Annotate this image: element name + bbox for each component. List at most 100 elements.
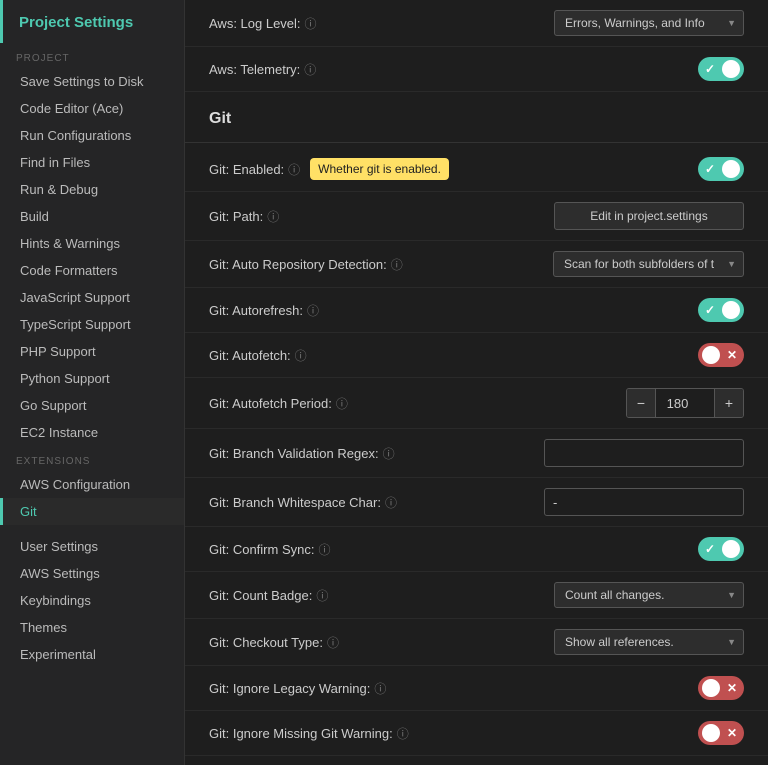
- git-autofetch-toggle[interactable]: ✕: [698, 343, 744, 367]
- git-ignore-legacy-row: Git: Ignore Legacy Warning: ⓘ ✕: [185, 666, 768, 711]
- sidebar-item-experimental[interactable]: Experimental: [0, 641, 184, 668]
- git-autofetch-period-plus-button[interactable]: +: [715, 389, 743, 417]
- sidebar-item-build[interactable]: Build: [0, 203, 184, 230]
- sidebar-item-js-support[interactable]: JavaScript Support: [0, 284, 184, 311]
- git-ignore-legacy-x-icon: ✕: [727, 681, 737, 695]
- sidebar-item-code-editor[interactable]: Code Editor (Ace): [0, 95, 184, 122]
- git-branch-regex-help-icon[interactable]: ⓘ: [383, 445, 395, 462]
- git-ignore-legacy-toggle[interactable]: ✕: [698, 676, 744, 700]
- git-enabled-toggle[interactable]: ✓: [698, 157, 744, 181]
- git-count-badge-label: Git: Count Badge: ⓘ: [209, 587, 544, 604]
- aws-log-level-label: Aws: Log Level: ⓘ: [209, 15, 544, 32]
- git-autofetch-period-minus-button[interactable]: −: [627, 389, 655, 417]
- git-auto-repo-control: Scan for both subfolders of t Only scan …: [544, 251, 744, 277]
- git-branch-regex-input[interactable]: [544, 439, 744, 467]
- git-autorefresh-knob: [722, 301, 740, 319]
- git-checkout-type-help-icon[interactable]: ⓘ: [327, 634, 339, 651]
- aws-log-level-help-icon[interactable]: ⓘ: [305, 15, 317, 32]
- sidebar-item-aws-config[interactable]: AWS Configuration: [0, 471, 184, 498]
- git-ignore-legacy-knob: [702, 679, 720, 697]
- git-autofetch-period-number-wrap: − +: [626, 388, 744, 418]
- sidebar-item-keybindings[interactable]: Keybindings: [0, 587, 184, 614]
- git-enabled-control: ✓: [544, 157, 744, 181]
- git-confirm-sync-label: Git: Confirm Sync: ⓘ: [209, 541, 544, 558]
- sidebar-item-ec2[interactable]: EC2 Instance: [0, 419, 184, 446]
- git-autorefresh-row: Git: Autorefresh: ⓘ ✓: [185, 288, 768, 333]
- aws-log-level-dropdown-wrap: Errors, Warnings, and Info Errors only W…: [554, 10, 744, 36]
- sidebar-item-ts-support[interactable]: TypeScript Support: [0, 311, 184, 338]
- git-count-badge-control: Count all changes. Count staged only Cou…: [544, 582, 744, 608]
- git-confirm-sync-toggle[interactable]: ✓: [698, 537, 744, 561]
- git-branch-whitespace-help-icon[interactable]: ⓘ: [385, 494, 397, 511]
- git-branch-whitespace-input[interactable]: [544, 488, 744, 516]
- aws-telemetry-help-icon[interactable]: ⓘ: [304, 61, 316, 78]
- git-branch-regex-label: Git: Branch Validation Regex: ⓘ: [209, 445, 544, 462]
- sidebar-item-find-files[interactable]: Find in Files: [0, 149, 184, 176]
- git-autorefresh-help-icon[interactable]: ⓘ: [307, 302, 319, 319]
- git-ignore-missing-control: ✕: [544, 721, 744, 745]
- sidebar-item-go-support[interactable]: Go Support: [0, 392, 184, 419]
- sidebar: Project Settings PROJECT Save Settings t…: [0, 0, 185, 765]
- git-autofetch-period-control: − +: [544, 388, 744, 418]
- sidebar-item-git[interactable]: Git: [0, 498, 184, 525]
- git-branch-whitespace-label: Git: Branch Whitespace Char: ⓘ: [209, 494, 544, 511]
- git-enabled-knob: [722, 160, 740, 178]
- git-confirm-sync-check-icon: ✓: [705, 542, 715, 556]
- git-autofetch-help-icon[interactable]: ⓘ: [295, 347, 307, 364]
- git-enabled-check-icon: ✓: [705, 162, 715, 176]
- git-path-label: Git: Path: ⓘ: [209, 208, 544, 225]
- sidebar-item-run-configs[interactable]: Run Configurations: [0, 122, 184, 149]
- aws-telemetry-label: Aws: Telemetry: ⓘ: [209, 61, 544, 78]
- git-path-control: Edit in project.settings: [544, 202, 744, 230]
- git-ignore-missing-toggle[interactable]: ✕: [698, 721, 744, 745]
- aws-telemetry-toggle[interactable]: ✓: [698, 57, 744, 81]
- git-ignore-limit-row: Git: Ignore Limit Warning: ⓘ ✕: [185, 756, 768, 765]
- aws-telemetry-knob: [722, 60, 740, 78]
- git-branch-regex-control: [544, 439, 744, 467]
- git-autorefresh-check-icon: ✓: [705, 303, 715, 317]
- git-autorefresh-label: Git: Autorefresh: ⓘ: [209, 302, 544, 319]
- git-autorefresh-toggle[interactable]: ✓: [698, 298, 744, 322]
- git-path-edit-button[interactable]: Edit in project.settings: [554, 202, 744, 230]
- sidebar-item-php-support[interactable]: PHP Support: [0, 338, 184, 365]
- sidebar-item-save[interactable]: Save Settings to Disk: [0, 68, 184, 95]
- git-branch-whitespace-row: Git: Branch Whitespace Char: ⓘ: [185, 478, 768, 527]
- sidebar-item-themes[interactable]: Themes: [0, 614, 184, 641]
- git-enabled-label: Git: Enabled: ⓘ Whether git is enabled.: [209, 158, 544, 180]
- sidebar-item-hints[interactable]: Hints & Warnings: [0, 230, 184, 257]
- aws-log-level-dropdown[interactable]: Errors, Warnings, and Info Errors only W…: [554, 10, 744, 36]
- git-enabled-help-icon[interactable]: ⓘ: [288, 161, 300, 178]
- git-autofetch-period-input[interactable]: [655, 389, 715, 417]
- git-autofetch-control: ✕: [544, 343, 744, 367]
- git-path-help-icon[interactable]: ⓘ: [267, 208, 279, 225]
- git-auto-repo-dropdown[interactable]: Scan for both subfolders of t Only scan …: [553, 251, 744, 277]
- git-branch-regex-row: Git: Branch Validation Regex: ⓘ: [185, 429, 768, 478]
- git-autofetch-label: Git: Autofetch: ⓘ: [209, 347, 544, 364]
- aws-telemetry-row: Aws: Telemetry: ⓘ ✓: [185, 47, 768, 92]
- sidebar-item-run-debug[interactable]: Run & Debug: [0, 176, 184, 203]
- git-checkout-type-row: Git: Checkout Type: ⓘ Show all reference…: [185, 619, 768, 666]
- git-section-heading: Git: [185, 92, 768, 138]
- sidebar-item-user-settings[interactable]: User Settings: [0, 533, 184, 560]
- git-enabled-tooltip: Whether git is enabled.: [310, 158, 449, 180]
- git-count-badge-help-icon[interactable]: ⓘ: [316, 587, 328, 604]
- git-ignore-missing-x-icon: ✕: [727, 726, 737, 740]
- git-autofetch-period-help-icon[interactable]: ⓘ: [336, 395, 348, 412]
- git-checkout-type-dropdown-wrap: Show all references. Only branches Only …: [554, 629, 744, 655]
- git-ignore-missing-label: Git: Ignore Missing Git Warning: ⓘ: [209, 725, 544, 742]
- git-auto-repo-label: Git: Auto Repository Detection: ⓘ: [209, 256, 544, 273]
- git-ignore-missing-help-icon[interactable]: ⓘ: [397, 725, 409, 742]
- git-ignore-legacy-help-icon[interactable]: ⓘ: [374, 680, 386, 697]
- aws-telemetry-check-icon: ✓: [705, 62, 715, 76]
- sidebar-item-aws-settings[interactable]: AWS Settings: [0, 560, 184, 587]
- git-auto-repo-help-icon[interactable]: ⓘ: [391, 256, 403, 273]
- sidebar-item-python-support[interactable]: Python Support: [0, 365, 184, 392]
- git-auto-repo-row: Git: Auto Repository Detection: ⓘ Scan f…: [185, 241, 768, 288]
- git-checkout-type-dropdown[interactable]: Show all references. Only branches Only …: [554, 629, 744, 655]
- git-auto-repo-dropdown-wrap: Scan for both subfolders of t Only scan …: [553, 251, 744, 277]
- git-count-badge-dropdown[interactable]: Count all changes. Count staged only Cou…: [554, 582, 744, 608]
- git-autofetch-period-label: Git: Autofetch Period: ⓘ: [209, 395, 544, 412]
- git-confirm-sync-help-icon[interactable]: ⓘ: [318, 541, 330, 558]
- sidebar-item-code-formatters[interactable]: Code Formatters: [0, 257, 184, 284]
- git-path-row: Git: Path: ⓘ Edit in project.settings: [185, 192, 768, 241]
